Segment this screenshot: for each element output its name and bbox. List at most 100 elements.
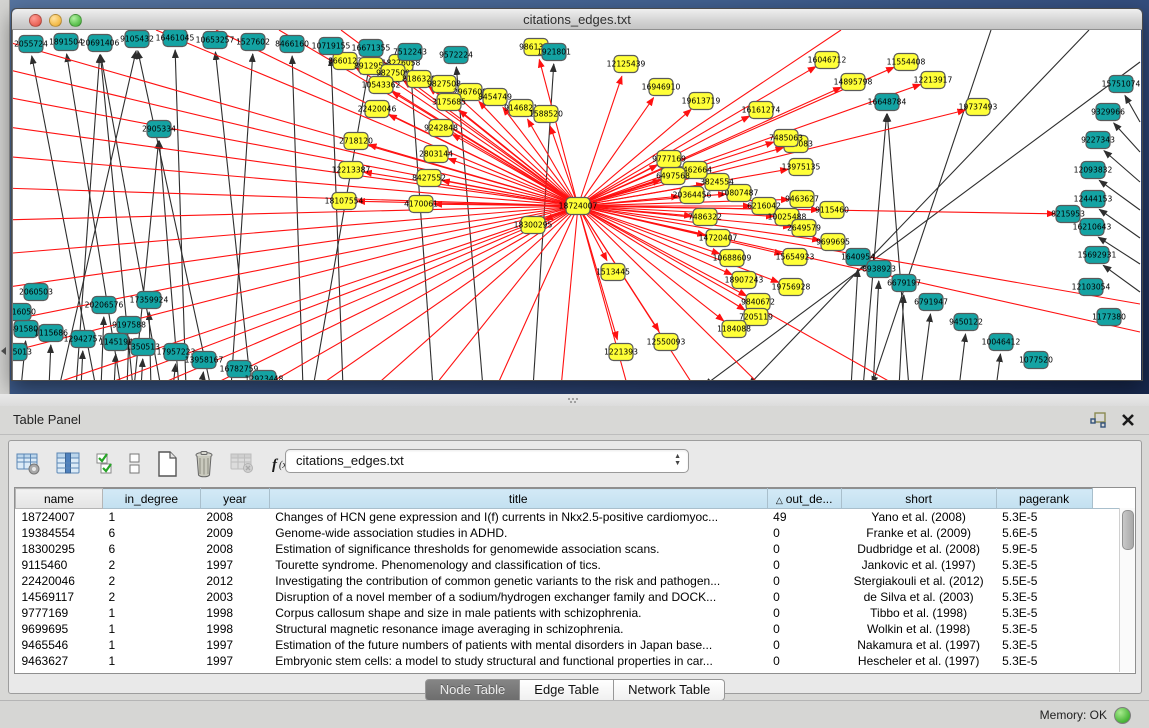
table-row[interactable]: 1830029562008Estimation of significance … [16,541,1136,557]
citation-edge-red[interactable] [13,188,578,206]
graph-node[interactable]: 19737493 [959,99,998,116]
new-column-icon[interactable] [155,450,179,478]
column-header-pagerank[interactable]: pagerank [996,489,1092,509]
float-panel-icon[interactable] [1090,412,1107,428]
graph-node[interactable]: 2905334 [142,121,176,138]
graph-node[interactable]: 9115460 [815,202,849,219]
citation-edge-red[interactable] [433,206,578,380]
graph-node[interactable]: 4170061 [404,196,438,213]
citation-edge-black[interactable] [921,314,930,380]
graph-node[interactable]: 18107554 [325,193,364,210]
graph-node[interactable]: 9777169 [652,151,686,168]
tab-node-table[interactable]: Node Table [425,679,521,701]
graph-node[interactable]: 9699695 [816,234,850,251]
graph-node[interactable]: 12213917 [914,72,953,89]
citation-edge-black[interactable] [410,64,433,380]
graph-node[interactable]: 8427552 [412,170,446,187]
graph-node[interactable]: 8466160 [275,36,309,53]
graph-node[interactable]: 6679197 [887,275,921,292]
table-row[interactable]: 2242004622012Investigating the contribut… [16,573,1136,589]
graph-node[interactable]: 2803144 [419,146,453,163]
table-header-row[interactable]: namein_degreeyeartitle△out_de...shortpag… [16,489,1136,509]
citation-edge-black[interactable] [331,58,343,380]
citation-edge-red[interactable] [452,134,578,206]
table-row[interactable]: 977716911998Corpus callosum shape and si… [16,605,1136,621]
graph-node[interactable]: 15654923 [776,249,815,266]
table-source-select[interactable]: citations_edges.txt ▲▼ [285,449,689,473]
graph-node[interactable]: 12444153 [1074,191,1113,208]
graph-node[interactable]: 9227343 [1081,132,1115,149]
table-row[interactable]: 911546021997Tourette syndrome. Phenomeno… [16,557,1136,573]
graph-node[interactable]: 17359924 [130,292,169,309]
column-header-year[interactable]: year [200,489,269,509]
graph-node[interactable]: 9572224 [439,47,473,64]
citation-edge-black[interactable] [231,54,253,380]
splitter-handle-icon[interactable] [566,397,580,403]
citation-edge-black[interactable] [175,50,186,380]
table-row[interactable]: 1456911722003Disruption of a novel membe… [16,589,1136,605]
graph-node[interactable]: 9463627 [785,191,819,208]
graph-node[interactable]: 19756928 [772,279,811,296]
table-row[interactable]: 946554611997Estimation of the future num… [16,637,1136,653]
table-row[interactable]: 1938455462009Genome-wide association stu… [16,525,1136,541]
graph-node[interactable]: 20691406 [81,35,120,52]
select-all-icon[interactable] [95,451,115,477]
graph-node[interactable]: 7486322 [688,209,722,226]
graph-node[interactable]: 1221393 [604,344,638,361]
graph-node[interactable]: 2016050 [13,304,36,321]
graph-node[interactable]: 6497568 [656,168,690,185]
graph-node[interactable]: 1921801 [537,44,571,61]
citation-edge-red[interactable] [561,206,578,380]
tab-network-table[interactable]: Network Table [614,679,725,701]
graph-node[interactable]: 1513445 [596,264,630,281]
graph-node[interactable]: 5015013 [13,344,32,361]
graph-node[interactable]: 9197588 [112,317,146,334]
table-vertical-scrollbar[interactable] [1119,508,1135,672]
table-row[interactable]: 1872400712008Changes of HCN gene express… [16,509,1136,526]
graph-node[interactable]: 9329966 [1091,104,1125,121]
graph-node[interactable]: 1891504 [49,34,83,51]
graph-node[interactable]: 9450122 [949,314,983,331]
graph-node[interactable]: 10046412 [982,334,1021,351]
graph-node[interactable]: 1350513 [126,339,160,356]
citation-edge-black[interactable] [1114,123,1140,152]
citation-edge-black[interactable] [201,372,203,380]
graph-node[interactable]: 16648784 [868,94,907,111]
graph-node[interactable]: 1588520 [529,106,563,123]
graph-node[interactable]: 19613719 [682,93,721,110]
network-canvas[interactable]: 1872400718300295866012389129541822605898… [12,30,1141,380]
graph-node[interactable]: 13975135 [782,159,821,176]
table-row[interactable]: 946362711997Embryonic stem cells: a mode… [16,653,1136,669]
column-header-out_de[interactable]: △out_de... [767,489,841,509]
column-header-in_degree[interactable]: in_degree [102,489,200,509]
citation-edge-black[interactable] [873,281,879,380]
collapse-arrow-icon[interactable] [1,347,6,355]
tab-edge-table[interactable]: Edge Table [520,679,614,701]
column-header-short[interactable]: short [841,489,996,509]
delete-columns-icon[interactable] [192,450,216,478]
graph-node[interactable]: 12093832 [1074,162,1113,179]
graph-node[interactable]: 10653257 [196,32,235,49]
graph-node[interactable]: 1184088 [717,321,751,338]
citation-edge-black[interactable] [215,52,251,380]
graph-node[interactable]: 12550093 [647,334,686,351]
window-titlebar[interactable]: citations_edges.txt [12,9,1142,30]
graph-node[interactable]: 15751074 [1102,76,1141,93]
panel-splitter[interactable] [0,394,1149,406]
scrollbar-thumb[interactable] [1122,510,1134,550]
graph-node[interactable]: 15692931 [1078,247,1117,264]
graph-node[interactable]: 1077520 [1019,352,1053,369]
graph-node[interactable]: 7512243 [393,44,427,61]
citation-edge-black[interactable] [49,345,51,380]
graph-node[interactable]: 2649579 [787,220,821,237]
graph-node[interactable]: 16161274 [742,102,781,119]
show-columns-icon[interactable] [56,451,82,477]
graph-node[interactable]: 12125439 [607,56,646,73]
column-header-name[interactable]: name [16,489,103,509]
graph-node[interactable]: 8938923 [862,261,896,278]
graph-node[interactable]: 1115686 [34,325,68,342]
citation-edge-black[interactable] [863,114,887,380]
table-mode-icon[interactable] [15,451,43,477]
unselect-all-icon[interactable] [128,451,142,477]
citation-edge-black[interactable] [114,354,116,380]
